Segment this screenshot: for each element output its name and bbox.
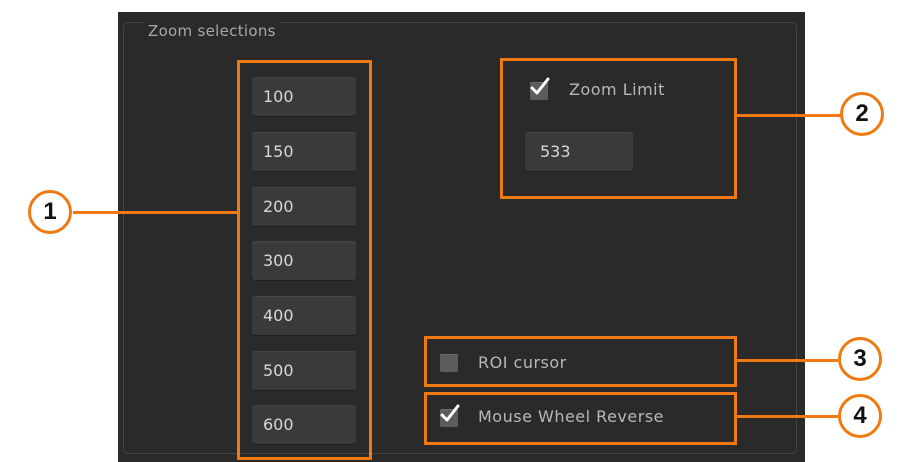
callout-line-4 <box>737 415 838 418</box>
highlight-box-zoom-values <box>237 60 372 460</box>
highlight-box-roi-cursor <box>424 336 737 387</box>
highlight-box-zoom-limit <box>500 58 737 199</box>
callout-line-3 <box>737 359 838 362</box>
group-title: Zoom selections <box>145 22 279 40</box>
callout-4: 4 <box>838 394 882 438</box>
callout-line-1 <box>73 211 237 214</box>
callout-3: 3 <box>838 337 882 381</box>
highlight-box-mouse-wheel <box>424 392 737 445</box>
callout-1: 1 <box>28 190 72 234</box>
callout-line-2 <box>737 114 841 117</box>
callout-2: 2 <box>840 92 884 136</box>
